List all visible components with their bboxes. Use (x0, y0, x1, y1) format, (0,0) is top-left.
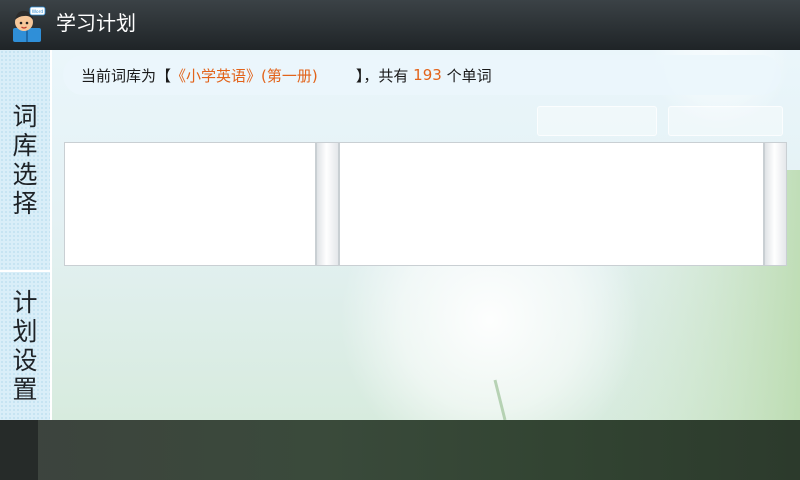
sidebar-tab-char: 词 (12, 102, 38, 131)
info-suffix: 】，共有 (317, 66, 414, 85)
main-content: 词 库 选 择 计 划 设 置 当前词库为【 《小学英语》(第一册) 】，共有 1… (0, 50, 800, 420)
sidebar-tab-library-select[interactable]: 词 库 选 择 (0, 50, 52, 272)
info-unit: 个单词 (441, 66, 492, 85)
icon-badge-text: Word (32, 9, 44, 15)
sidebar-tab-plan-settings[interactable]: 计 划 设 置 (0, 272, 52, 420)
sidebar-tab-char: 划 (12, 317, 38, 346)
word-count: 193 (413, 66, 442, 84)
current-book-name: 《小学英语》(第一册) (171, 66, 318, 85)
sidebar-tab-char: 计 (12, 288, 38, 317)
category-list-panel[interactable] (64, 142, 316, 266)
current-library-info-bar: 当前词库为【 《小学英语》(第一册) 】，共有 193 个单词 (63, 55, 781, 95)
bottom-bar-edge (0, 420, 38, 480)
bottom-bar (0, 420, 800, 480)
category-list-scrollbar[interactable] (316, 142, 339, 266)
app-title: 学习计划 (56, 11, 136, 35)
sidebar-tab-char: 置 (12, 375, 38, 404)
info-prefix: 当前词库为【 (81, 66, 172, 85)
faint-button-left[interactable] (537, 106, 657, 136)
sidebar-tab-char: 择 (12, 189, 38, 218)
sidebar-tab-char: 选 (12, 160, 38, 189)
book-list-panel[interactable] (339, 142, 764, 266)
title-bar: Word 学习计划 (0, 0, 800, 50)
faint-button-right[interactable] (668, 106, 783, 136)
book-list-scrollbar[interactable] (764, 142, 787, 266)
sidebar-tab-char: 设 (12, 346, 38, 375)
sidebar-tab-char: 库 (12, 131, 38, 160)
student-reading-icon: Word (13, 6, 46, 42)
